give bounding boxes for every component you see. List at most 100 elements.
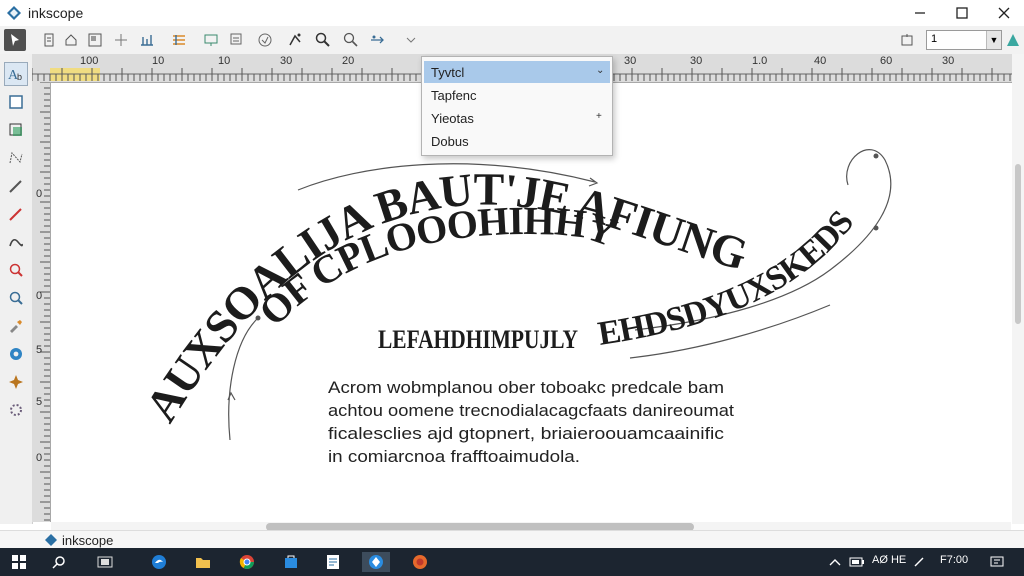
- start-button[interactable]: [8, 552, 30, 572]
- chevron-down-icon: ⌄: [596, 65, 605, 76]
- zoom-out-button[interactable]: [340, 29, 362, 51]
- zoom-in-button[interactable]: [312, 29, 334, 51]
- battery-button[interactable]: [846, 552, 868, 572]
- paragraph-line[interactable]: ficalesclies ajd gtopnert, briaieroouamc…: [328, 424, 725, 443]
- node-button[interactable]: [200, 29, 222, 51]
- title-bar: inkscope: [0, 0, 1024, 26]
- svg-text:b: b: [17, 72, 22, 82]
- vertical-ruler[interactable]: 0 0 5 5 0: [32, 82, 51, 522]
- node-handle[interactable]: [873, 153, 879, 159]
- tool-dropper[interactable]: [4, 314, 28, 338]
- inkscape-taskbar-button[interactable]: [362, 552, 390, 572]
- ruler-label: 10: [218, 55, 231, 67]
- tool-text[interactable]: Ab: [4, 62, 28, 86]
- guide-button[interactable]: [110, 29, 132, 51]
- home-button[interactable]: [60, 29, 82, 51]
- paint-icon: [258, 33, 272, 47]
- folder-icon: [196, 558, 210, 568]
- layout-button[interactable]: [84, 29, 106, 51]
- search-button[interactable]: [48, 552, 70, 572]
- taskbar: AØ HE F7:00: [0, 548, 1024, 576]
- close-button[interactable]: [982, 2, 1024, 24]
- tool-pen[interactable]: [4, 202, 28, 226]
- paragraph-line[interactable]: achtou oomene trecnodialacagcfaats danir…: [328, 401, 734, 420]
- tool-zoom[interactable]: [4, 258, 28, 282]
- align-button[interactable]: [136, 29, 158, 51]
- teal-app-button[interactable]: [1002, 29, 1024, 51]
- tray-pen-button[interactable]: [908, 552, 930, 572]
- spray-button[interactable]: [284, 29, 306, 51]
- gradient-button[interactable]: [168, 29, 190, 51]
- vertical-scroll-thumb[interactable]: [1015, 164, 1021, 324]
- tool-tweak[interactable]: [4, 370, 28, 394]
- chrome-button[interactable]: [236, 552, 258, 572]
- task-view-button[interactable]: [94, 552, 116, 572]
- close-icon: [998, 7, 1010, 19]
- vertical-scrollbar[interactable]: [1012, 54, 1024, 524]
- task-view-icon: [97, 556, 113, 568]
- layout-icon: [88, 33, 102, 47]
- notifications-button[interactable]: [986, 552, 1008, 572]
- select-tool-button[interactable]: [4, 29, 26, 51]
- tool-measure[interactable]: [4, 286, 28, 310]
- node-handle[interactable]: [873, 225, 879, 231]
- menu-item-label: Tapfenc: [431, 88, 477, 103]
- tool-pencil[interactable]: [4, 174, 28, 198]
- store-button[interactable]: [280, 552, 302, 572]
- minimize-icon: [915, 12, 925, 14]
- document-button[interactable]: [38, 29, 60, 51]
- tool-spray[interactable]: [4, 398, 28, 422]
- tool-rectangle[interactable]: [4, 90, 28, 114]
- menu-item-tyvtcl[interactable]: Tyvtcl ⌄: [424, 61, 610, 83]
- minimize-button[interactable]: [898, 2, 942, 24]
- select-icon: [11, 34, 19, 46]
- vruler-label: 0: [36, 452, 43, 464]
- tool-settings[interactable]: [4, 342, 28, 366]
- battery-icon: [849, 557, 864, 567]
- ruler-label: 20: [342, 55, 355, 67]
- search-icon: [52, 556, 65, 569]
- firefox-button[interactable]: [406, 552, 434, 572]
- edge-button[interactable]: [148, 552, 170, 572]
- spray-icon: [289, 33, 301, 46]
- spray-tool-icon: [10, 404, 22, 416]
- maximize-button[interactable]: [940, 2, 984, 24]
- menu-item-yieotas[interactable]: Yieotas +: [424, 107, 610, 129]
- ruler-label: 1.0: [752, 55, 768, 67]
- pen-tray-icon: [914, 557, 924, 567]
- page-button[interactable]: [896, 29, 918, 51]
- text-tool-icon: [230, 33, 242, 45]
- tweak-icon: [9, 375, 23, 389]
- zoom-icon: [315, 32, 330, 47]
- inkscape-app-icon: [45, 534, 57, 546]
- file-explorer-button[interactable]: [192, 552, 214, 572]
- paragraph-line[interactable]: Acrom wobmplanou ober toboakc predcale b…: [328, 378, 724, 397]
- ruler-label: 100: [80, 55, 99, 67]
- vruler-label: 0: [36, 290, 43, 302]
- chevron-down-icon: ▼: [986, 31, 1001, 49]
- menu-item-dobus[interactable]: Dobus: [424, 130, 610, 152]
- connector-button[interactable]: [368, 29, 390, 51]
- gradient-icon: [173, 35, 185, 45]
- more-tools-button[interactable]: [400, 29, 422, 51]
- text-tool-button[interactable]: [226, 29, 248, 51]
- menu-item-tapfenc[interactable]: Tapfenc: [424, 84, 610, 106]
- doc-icon: [44, 33, 54, 47]
- tool-frame[interactable]: [4, 118, 28, 142]
- subtitle-text[interactable]: LEFAHDHIMPUJLY: [378, 325, 578, 354]
- paint-button[interactable]: [254, 29, 276, 51]
- tray-expand-button[interactable]: [824, 552, 846, 572]
- notes-button[interactable]: [322, 552, 344, 572]
- edge-icon: [152, 555, 166, 569]
- pen-icon: [9, 208, 22, 221]
- paragraph-line[interactable]: in comiarcnoa frafftoaimudola.: [328, 447, 580, 466]
- tool-calligraphy[interactable]: [4, 230, 28, 254]
- align-icon: [141, 35, 153, 46]
- vruler-label: 5: [36, 344, 43, 356]
- zoom-dropdown[interactable]: 1 ▼: [926, 30, 1002, 50]
- square-icon: [901, 34, 913, 46]
- tool-bezier[interactable]: [4, 146, 28, 170]
- maximize-icon: [956, 7, 968, 19]
- vruler-label: 0: [36, 188, 43, 200]
- ruler-label: 30: [690, 55, 703, 67]
